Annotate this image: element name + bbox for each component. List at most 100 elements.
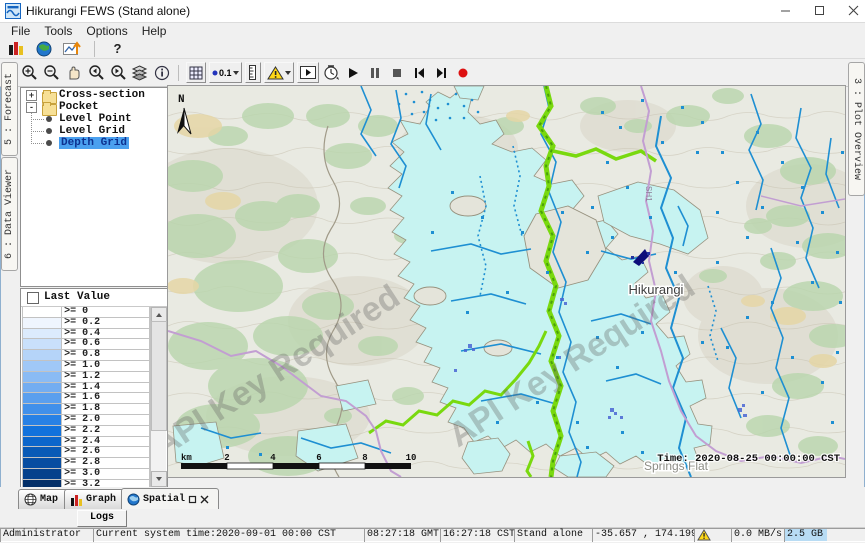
tree-expander-plus[interactable]: + xyxy=(26,90,37,101)
legend-row[interactable]: >= 1.2 xyxy=(22,372,150,383)
bullet-icon xyxy=(46,140,52,146)
step-back-button[interactable] xyxy=(410,63,429,82)
legend-swatch xyxy=(22,339,62,350)
interval-dropdown[interactable]: 0.1 xyxy=(209,62,242,83)
legend-swatch xyxy=(22,361,62,372)
database-viewer-button[interactable] xyxy=(6,39,25,58)
zoom-previous-icon xyxy=(87,64,104,81)
close-button[interactable] xyxy=(836,0,865,21)
map-display-button[interactable] xyxy=(34,39,53,58)
legend-value: >= 1.2 xyxy=(62,372,150,383)
zoom-next-button[interactable] xyxy=(108,63,127,82)
timeseries-dialog-button[interactable] xyxy=(62,39,81,58)
legend-swatch xyxy=(22,480,62,487)
legend-swatch xyxy=(22,469,62,480)
globe-icon xyxy=(36,41,52,57)
interval-value: 0.1 xyxy=(219,68,232,78)
layers-button[interactable] xyxy=(130,63,149,82)
layers-icon xyxy=(131,65,148,81)
tab-spatial-active[interactable]: Spatial xyxy=(121,488,219,510)
last-value-checkbox[interactable] xyxy=(27,292,39,304)
layers-tree-panel: + Cross-section - Pocket Level Point Lev… xyxy=(20,87,168,287)
chevron-down-icon xyxy=(285,71,291,75)
restore-pane-icon[interactable] xyxy=(188,495,197,504)
stop-button[interactable] xyxy=(388,63,407,82)
record-button[interactable] xyxy=(454,63,473,82)
north-label: N xyxy=(178,94,185,106)
play-button[interactable] xyxy=(344,63,363,82)
town-label-hikurangi: Hikurangi xyxy=(629,282,684,297)
zoom-out-button[interactable] xyxy=(42,63,61,82)
scale-tick: 10 xyxy=(406,453,417,463)
logs-button[interactable]: Logs xyxy=(77,510,127,527)
menu-help[interactable]: Help xyxy=(135,24,174,38)
legend-row[interactable]: >= 2.2 xyxy=(22,426,150,437)
tree-item-cross-section[interactable]: Cross-section xyxy=(59,89,145,101)
pause-button[interactable] xyxy=(366,63,385,82)
legend-row[interactable]: >= 3.2 xyxy=(22,480,150,487)
ruler-button[interactable] xyxy=(245,62,261,83)
clock-icon xyxy=(323,64,340,81)
minimize-button[interactable] xyxy=(768,0,802,21)
step-forward-button[interactable] xyxy=(432,63,451,82)
animation-timer-button[interactable] xyxy=(322,63,341,82)
spatial-map[interactable]: API Key Required API Key Required Hikura… xyxy=(168,86,845,477)
legend-swatch xyxy=(22,318,62,329)
scrollbar-thumb[interactable] xyxy=(151,321,167,431)
legend-swatch xyxy=(22,307,62,318)
status-warning-cell[interactable] xyxy=(694,528,732,542)
scale-tick: 6 xyxy=(316,453,321,463)
tree-item-level-grid[interactable]: Level Grid xyxy=(59,125,125,137)
legend-swatch xyxy=(22,404,62,415)
legend-swatch xyxy=(22,415,62,426)
menu-tools[interactable]: Tools xyxy=(37,24,79,38)
scale-tick: 2 xyxy=(224,453,229,463)
scroll-down-button[interactable] xyxy=(151,471,167,487)
legend-header: Last Value xyxy=(21,289,167,307)
close-icon xyxy=(848,5,859,16)
maximize-button[interactable] xyxy=(802,0,836,21)
tree-item-pocket[interactable]: Pocket xyxy=(59,101,99,113)
sidebar-tab-data-viewer[interactable]: 6 : Data Viewer xyxy=(1,157,18,271)
scale-unit-label: km xyxy=(181,453,192,463)
folder-icon xyxy=(42,104,57,116)
app-window: { "window": { "title": "Hikurangi FEWS (… xyxy=(0,0,865,542)
menu-options[interactable]: Options xyxy=(79,24,134,38)
help-button[interactable]: ? xyxy=(108,39,127,58)
zoom-in-button[interactable] xyxy=(20,63,39,82)
warnings-dropdown[interactable] xyxy=(264,62,294,83)
blue-globe-icon xyxy=(127,493,140,506)
legend-swatch xyxy=(22,393,62,404)
menu-file[interactable]: File xyxy=(4,24,37,38)
legend-row[interactable]: >= 0.2 xyxy=(22,318,150,329)
tree-connector xyxy=(31,143,44,144)
map-time-label: Time: 2020-08-25 00:00:00 CST xyxy=(657,453,840,465)
close-pane-icon[interactable] xyxy=(200,495,209,504)
pan-button[interactable] xyxy=(64,63,83,82)
zoom-previous-button[interactable] xyxy=(86,63,105,82)
movie-player-button[interactable] xyxy=(297,62,319,83)
title-bar: Hikurangi FEWS (Stand alone) xyxy=(0,0,865,23)
tree-item-depth-grid-selected[interactable]: Depth Grid xyxy=(59,137,129,149)
info-button[interactable] xyxy=(152,63,171,82)
window-title: Hikurangi FEWS (Stand alone) xyxy=(26,4,190,18)
ruler-icon xyxy=(248,65,258,80)
map-viewport[interactable]: API Key Required API Key Required Hikura… xyxy=(167,85,846,478)
record-icon xyxy=(457,67,469,79)
grid-display-button[interactable] xyxy=(186,62,206,83)
legend-scrollbar[interactable] xyxy=(150,307,166,487)
logs-row: Logs xyxy=(0,509,865,527)
sidebar-tab-forecast[interactable]: 5 : Forecast xyxy=(1,62,18,156)
zoom-next-icon xyxy=(109,64,126,81)
movie-play-icon xyxy=(300,66,316,79)
tree-expander-minus[interactable]: - xyxy=(26,102,37,113)
legend-swatch xyxy=(22,447,62,458)
tab-spatial-label: Spatial xyxy=(143,494,185,505)
status-memory: 2.5 GB xyxy=(787,529,823,540)
tree-item-level-point[interactable]: Level Point xyxy=(59,113,132,125)
pause-icon xyxy=(369,67,381,79)
database-bars-icon xyxy=(8,41,24,56)
status-system-time: Current system time:2020-09-01 00:00 CST xyxy=(93,528,365,542)
status-bar: Administrator Current system time:2020-0… xyxy=(0,527,865,543)
sidebar-tab-plot-overview[interactable]: 3 : Plot Overview xyxy=(848,62,865,196)
